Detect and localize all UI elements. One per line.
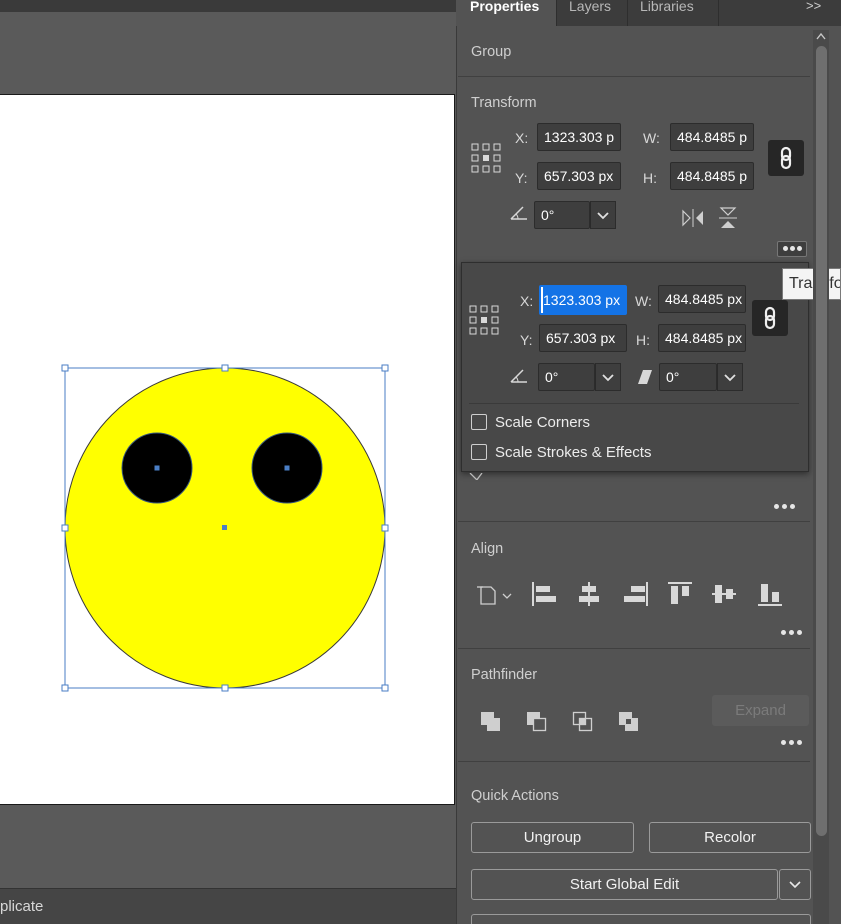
constrain-proportions-button[interactable] — [768, 140, 804, 176]
popup-w-label: W: — [635, 293, 652, 309]
pathfinder-exclude-icon[interactable] — [616, 709, 642, 735]
popup-h-label: H: — [636, 332, 650, 348]
y-position-field[interactable]: 657.303 px — [537, 162, 621, 190]
popup-x-selected-text: 1323.303 px — [543, 287, 625, 313]
align-to-selection-icon[interactable] — [474, 582, 514, 608]
expand-button[interactable]: Expand — [712, 695, 809, 726]
quick-actions-title: Quick Actions — [471, 788, 559, 804]
align-right-icon[interactable] — [622, 580, 650, 608]
global-edit-options-dropdown[interactable] — [779, 869, 811, 900]
popup-rotate-angle-field[interactable]: 0° — [538, 363, 595, 391]
flip-vertical-icon[interactable] — [717, 206, 739, 230]
popup-constrain-proportions-button[interactable] — [752, 300, 788, 336]
transform-title: Transform — [471, 95, 537, 111]
rotate-angle-field[interactable]: 0° — [534, 201, 590, 229]
popup-height-field[interactable]: 484.8485 px — [658, 324, 746, 352]
handle-bottom-left[interactable] — [61, 684, 69, 692]
ungroup-button[interactable]: Ungroup — [471, 822, 634, 853]
chevron-down-icon — [789, 881, 801, 889]
handle-middle-right[interactable] — [381, 524, 389, 532]
tooltip: Transform — [782, 268, 841, 300]
popup-link-icon — [764, 306, 776, 330]
status-bar — [0, 888, 456, 924]
popup-reference-point-icon[interactable] — [468, 304, 500, 336]
scale-corners-label: Scale Corners — [495, 414, 591, 431]
panel-tab-bar: Properties Layers Libraries >> — [456, 0, 841, 26]
popup-y-label: Y: — [520, 332, 533, 348]
width-field[interactable]: 484.8485 p — [670, 123, 754, 151]
scale-strokes-checkbox[interactable] — [471, 444, 487, 460]
popup-rotate-angle-dropdown[interactable] — [595, 363, 621, 391]
y-label: Y: — [515, 170, 528, 186]
chevron-down-icon — [602, 374, 614, 382]
align-more-options-button[interactable] — [779, 626, 805, 640]
pathfinder-unite-icon[interactable] — [478, 709, 504, 735]
right-eye-center-point — [284, 465, 290, 471]
partially-hidden-icon — [468, 470, 488, 480]
shear-angle-field[interactable]: 0° — [659, 363, 717, 391]
selection-type-label: Group — [471, 44, 512, 60]
pathfinder-minus-front-icon[interactable] — [524, 709, 550, 735]
reference-point-icon[interactable] — [470, 142, 502, 174]
next-quick-action-button[interactable] — [471, 914, 811, 924]
handle-top-right[interactable] — [381, 364, 389, 372]
x-label: X: — [515, 130, 529, 146]
tab-libraries[interactable]: Libraries — [628, 0, 718, 26]
scroll-up-arrow-icon[interactable] — [814, 30, 828, 42]
w-label: W: — [643, 130, 660, 146]
popup-rotate-angle-icon — [510, 369, 527, 383]
handle-top-left[interactable] — [61, 364, 69, 372]
align-top-icon[interactable] — [666, 580, 694, 608]
divider — [458, 521, 810, 522]
handle-bottom-right[interactable] — [381, 684, 389, 692]
x-position-field[interactable]: 1323.303 p — [537, 123, 621, 151]
panel-scrollbar-thumb[interactable] — [816, 46, 827, 836]
artwork-layer[interactable] — [0, 94, 456, 806]
panel-menu-expand-button[interactable]: >> — [806, 0, 836, 26]
status-bar-text: plicate — [0, 898, 44, 915]
tab-layers[interactable]: Layers — [557, 0, 627, 26]
tab-properties[interactable]: Properties — [456, 0, 556, 26]
left-eye-center-point — [154, 465, 160, 471]
pathfinder-intersect-icon[interactable] — [570, 709, 596, 735]
pathfinder-more-options-button[interactable] — [779, 736, 805, 750]
rotate-angle-dropdown[interactable] — [590, 201, 616, 229]
rotate-angle-icon — [510, 206, 527, 220]
chevron-down-icon — [597, 212, 609, 220]
shear-angle-dropdown[interactable] — [717, 363, 743, 391]
chevron-down-icon — [724, 374, 736, 382]
recolor-button[interactable]: Recolor — [649, 822, 811, 853]
align-title: Align — [471, 541, 504, 557]
popup-divider — [469, 403, 799, 404]
height-field[interactable]: 484.8485 p — [670, 162, 754, 190]
start-global-edit-button[interactable]: Start Global Edit — [471, 869, 778, 900]
align-left-icon[interactable] — [530, 580, 558, 608]
transform-more-options-button[interactable] — [777, 241, 807, 257]
align-horizontal-center-icon[interactable] — [576, 580, 604, 608]
scale-corners-checkbox[interactable] — [471, 414, 487, 430]
popup-width-field[interactable]: 484.8485 px — [658, 285, 746, 313]
handle-middle-left[interactable] — [61, 524, 69, 532]
appearance-more-options-button[interactable] — [772, 500, 798, 514]
group-center-point — [222, 525, 227, 530]
h-label: H: — [643, 170, 657, 186]
link-icon — [780, 146, 792, 170]
flip-horizontal-icon[interactable] — [681, 207, 705, 229]
handle-bottom-center[interactable] — [221, 684, 229, 692]
divider — [458, 648, 810, 649]
divider — [458, 76, 810, 77]
popup-x-position-field[interactable]: 1323.303 px — [539, 285, 627, 315]
pathfinder-title: Pathfinder — [471, 667, 538, 683]
handle-top-center[interactable] — [221, 364, 229, 372]
scale-strokes-label: Scale Strokes & Effects — [495, 444, 652, 461]
align-vertical-center-icon[interactable] — [710, 580, 738, 608]
popup-x-label: X: — [520, 293, 534, 309]
shear-angle-icon — [638, 370, 652, 384]
popup-y-position-field[interactable]: 657.303 px — [539, 324, 627, 352]
align-bottom-icon[interactable] — [756, 580, 784, 608]
divider — [458, 761, 810, 762]
document-tab-strip — [0, 0, 456, 12]
